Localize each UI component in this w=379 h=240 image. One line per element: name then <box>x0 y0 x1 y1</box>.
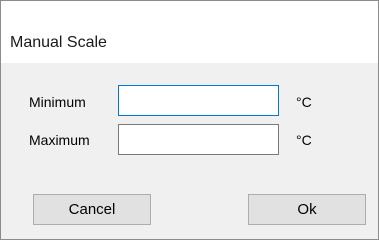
cancel-button[interactable]: Cancel <box>33 194 151 225</box>
manual-scale-dialog: Manual Scale Minimum °C Maximum °C Cance… <box>0 0 379 240</box>
maximum-unit-label: °C <box>296 132 312 148</box>
maximum-label: Maximum <box>29 132 90 148</box>
cancel-button-label: Cancel <box>68 201 116 218</box>
minimum-label: Minimum <box>29 94 86 110</box>
minimum-input[interactable] <box>118 85 279 116</box>
ok-button-label: Ok <box>297 201 317 218</box>
ok-button[interactable]: Ok <box>248 194 366 225</box>
dialog-title: Manual Scale <box>10 34 107 51</box>
minimum-unit-label: °C <box>296 94 312 110</box>
maximum-input[interactable] <box>118 124 279 155</box>
title-bar: Manual Scale <box>1 1 378 63</box>
